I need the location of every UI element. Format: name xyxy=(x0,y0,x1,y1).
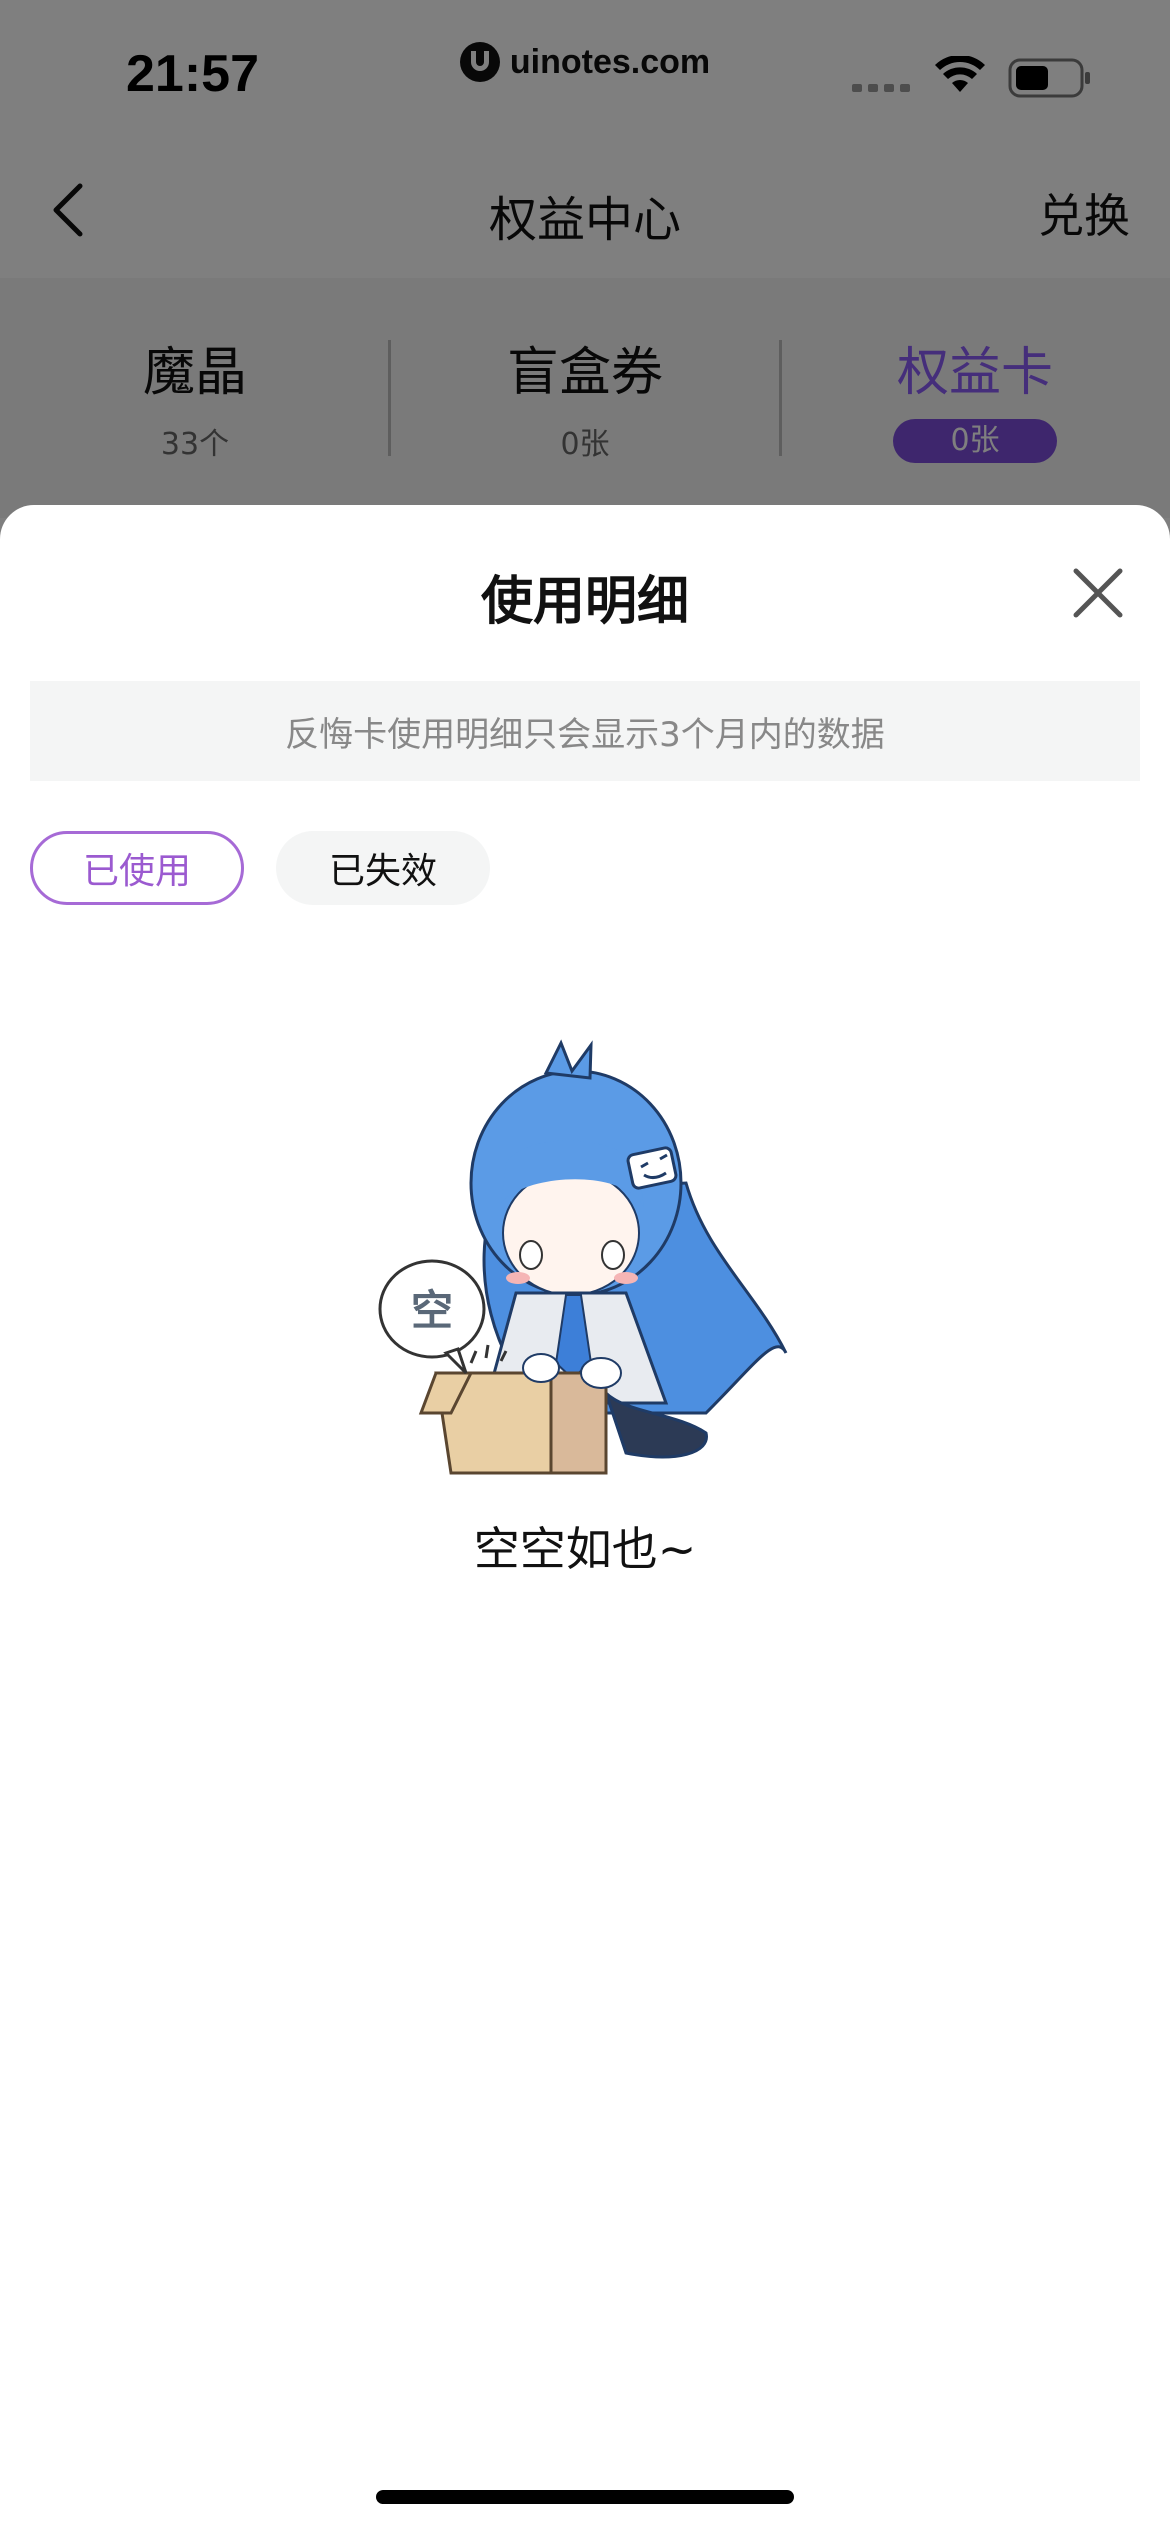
screen: 21:57 uinotes.com 权益中心 xyxy=(0,0,1170,2532)
filter-chip-expired[interactable]: 已失效 xyxy=(276,831,490,905)
filter-chip-used[interactable]: 已使用 xyxy=(30,831,244,905)
home-indicator xyxy=(376,2490,794,2504)
empty-state-message: 空空如也~ xyxy=(473,1522,697,1576)
notice-banner: 反悔卡使用明细只会显示3个月内的数据 xyxy=(30,681,1140,781)
empty-state-illustration: 空 xyxy=(378,1039,788,1475)
close-icon[interactable] xyxy=(1072,567,1124,619)
bubble-text: 空 xyxy=(411,1286,453,1335)
modal-backdrop[interactable] xyxy=(0,0,1170,560)
usage-detail-sheet: 使用明细 反悔卡使用明细只会显示3个月内的数据 已使用 已失效 空 空空如也~ xyxy=(0,505,1170,2532)
sheet-title: 使用明细 xyxy=(480,572,689,632)
